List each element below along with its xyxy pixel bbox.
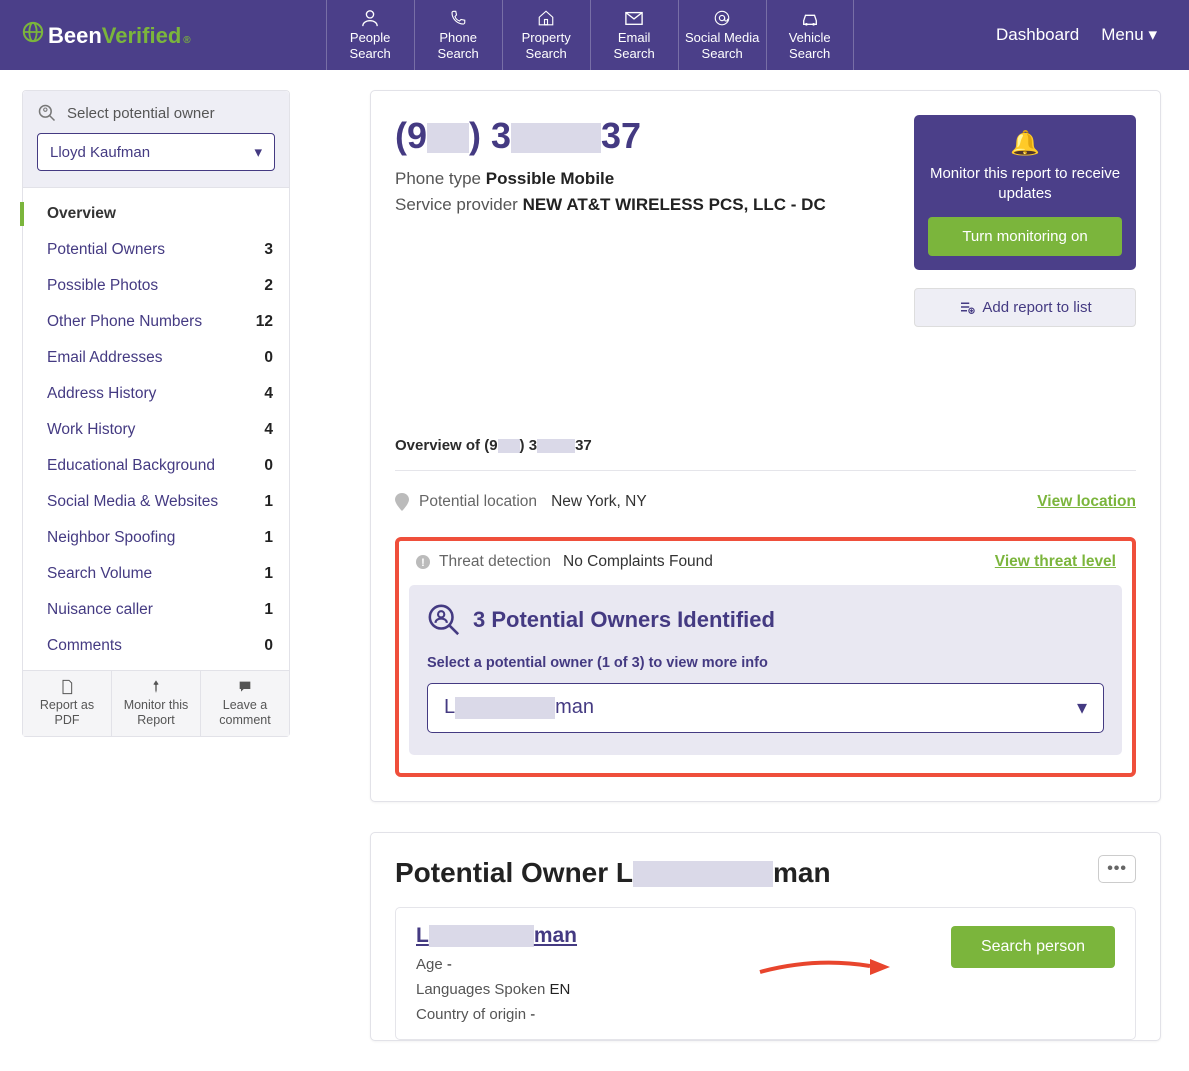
- sidebar-item-overview[interactable]: Overview: [23, 196, 289, 232]
- person-icon: [359, 9, 381, 27]
- search-owner-icon: [427, 603, 461, 637]
- phone-type-line: Phone type Possible Mobile: [395, 169, 826, 189]
- owner-languages: Languages Spoken EN: [416, 981, 1115, 998]
- right-nav: Dashboard Menu ▾: [974, 25, 1157, 45]
- menu-dropdown[interactable]: Menu ▾: [1101, 25, 1157, 45]
- redacted: [427, 123, 469, 153]
- report-summary-card: (9) 337 Phone type Possible Mobile Servi…: [370, 90, 1161, 802]
- owner-dropdown-value: Lloyd Kaufman: [50, 144, 150, 161]
- sidebar-item-other-phones[interactable]: Other Phone Numbers12: [23, 304, 289, 340]
- chevron-down-icon: ▾: [1148, 25, 1157, 44]
- select-owner-panel: Select potential owner Lloyd Kaufman ▾: [23, 91, 289, 188]
- logo-reg: ®: [183, 35, 190, 46]
- turn-monitoring-on-button[interactable]: Turn monitoring on: [928, 217, 1122, 256]
- location-row: Potential location New York, NY View loc…: [395, 493, 1136, 511]
- pin-icon: [395, 493, 409, 511]
- mail-icon: [623, 9, 645, 27]
- main-content: (9) 337 Phone type Possible Mobile Servi…: [300, 70, 1189, 1071]
- sidebar-item-potential-owners[interactable]: Potential Owners3: [23, 232, 289, 268]
- bell-icon: 🔔: [928, 129, 1122, 158]
- chevron-down-icon: ▾: [254, 143, 262, 161]
- owners-title: 3 Potential Owners Identified: [427, 603, 1104, 637]
- pin-icon: [148, 679, 164, 695]
- select-owner-title: Select potential owner: [37, 103, 275, 123]
- redacted: [455, 697, 555, 719]
- dashboard-link[interactable]: Dashboard: [996, 25, 1079, 45]
- sidebar-actions: Report as PDF Monitor this Report Leave …: [23, 670, 289, 736]
- view-location-link[interactable]: View location: [1037, 493, 1136, 511]
- search-person-icon: [37, 103, 57, 123]
- potential-owner-heading: Potential Owner Lman: [395, 857, 1136, 889]
- redacted: [429, 925, 534, 947]
- sidebar-item-comments[interactable]: Comments0: [23, 628, 289, 664]
- potential-owner-card: Potential Owner Lman ••• Lman Age - Lang…: [370, 832, 1161, 1041]
- overview-heading: Overview of (9) 337: [395, 437, 1136, 471]
- sidebar-item-address-history[interactable]: Address History4: [23, 376, 289, 412]
- monitor-report-button[interactable]: Monitor this Report: [112, 671, 201, 736]
- svg-text:!: !: [421, 557, 425, 569]
- annotation-arrow: [755, 952, 895, 982]
- phone-icon: [447, 9, 469, 27]
- comment-icon: [237, 679, 253, 695]
- redacted: [633, 861, 773, 887]
- nav-email-search[interactable]: EmailSearch: [590, 0, 678, 70]
- threat-row: ! Threat detection No Complaints Found V…: [409, 553, 1122, 571]
- owners-dropdown-value: Lman: [444, 696, 594, 719]
- search-person-button[interactable]: Search person: [951, 926, 1115, 968]
- nav-phone-search[interactable]: PhoneSearch: [414, 0, 502, 70]
- phone-number-heading: (9) 337: [395, 115, 826, 157]
- owners-subtitle: Select a potential owner (1 of 3) to vie…: [427, 655, 1104, 671]
- sidebar-item-search-volume[interactable]: Search Volume1: [23, 556, 289, 592]
- provider-line: Service provider NEW AT&T WIRELESS PCS, …: [395, 195, 826, 215]
- logo-text-verified: Verified: [102, 23, 181, 49]
- redacted: [498, 439, 520, 453]
- sidebar-item-work-history[interactable]: Work History4: [23, 412, 289, 448]
- add-report-to-list-button[interactable]: Add report to list: [914, 288, 1136, 327]
- car-icon: [799, 9, 821, 27]
- report-pdf-button[interactable]: Report as PDF: [23, 671, 112, 736]
- info-icon: !: [415, 554, 431, 570]
- globe-icon: [22, 21, 44, 49]
- logo[interactable]: BeenVerified®: [22, 21, 191, 49]
- pdf-icon: [59, 679, 75, 695]
- section-list: Overview Potential Owners3 Possible Phot…: [23, 188, 289, 670]
- sidebar-item-possible-photos[interactable]: Possible Photos2: [23, 268, 289, 304]
- monitor-card: 🔔 Monitor this report to receive updates…: [914, 115, 1136, 270]
- highlighted-section: ! Threat detection No Complaints Found V…: [395, 537, 1136, 777]
- nav-people-search[interactable]: PeopleSearch: [326, 0, 414, 70]
- owner-origin: Country of origin -: [416, 1006, 1115, 1023]
- sidebar-item-email[interactable]: Email Addresses0: [23, 340, 289, 376]
- sidebar-item-neighbor-spoofing[interactable]: Neighbor Spoofing1: [23, 520, 289, 556]
- nav-vehicle-search[interactable]: VehicleSearch: [766, 0, 854, 70]
- nav-property-search[interactable]: PropertySearch: [502, 0, 590, 70]
- sidebar-item-social[interactable]: Social Media & Websites1: [23, 484, 289, 520]
- list-add-icon: [958, 299, 976, 315]
- owners-box: 3 Potential Owners Identified Select a p…: [409, 585, 1122, 755]
- leave-comment-button[interactable]: Leave a comment: [201, 671, 289, 736]
- owner-dropdown[interactable]: Lloyd Kaufman ▾: [37, 133, 275, 171]
- top-navbar: BeenVerified® PeopleSearch PhoneSearch P…: [0, 0, 1189, 70]
- owner-details-box: Lman Age - Languages Spoken EN Country o…: [395, 907, 1136, 1040]
- at-icon: [711, 9, 733, 27]
- main-nav: PeopleSearch PhoneSearch PropertySearch …: [326, 0, 854, 70]
- sidebar-item-education[interactable]: Educational Background0: [23, 448, 289, 484]
- sidebar-item-nuisance[interactable]: Nuisance caller1: [23, 592, 289, 628]
- sidebar: Select potential owner Lloyd Kaufman ▾ O…: [0, 70, 300, 1071]
- house-icon: [535, 9, 557, 27]
- logo-text-been: Been: [48, 23, 102, 49]
- owners-dropdown[interactable]: Lman ▾: [427, 683, 1104, 733]
- view-threat-link[interactable]: View threat level: [995, 553, 1116, 571]
- redacted: [511, 123, 601, 153]
- chevron-down-icon: ▾: [1077, 695, 1087, 720]
- nav-social-search[interactable]: Social MediaSearch: [678, 0, 766, 70]
- monitor-text: Monitor this report to receive updates: [928, 164, 1122, 205]
- redacted: [537, 439, 575, 453]
- more-actions-button[interactable]: •••: [1098, 855, 1136, 883]
